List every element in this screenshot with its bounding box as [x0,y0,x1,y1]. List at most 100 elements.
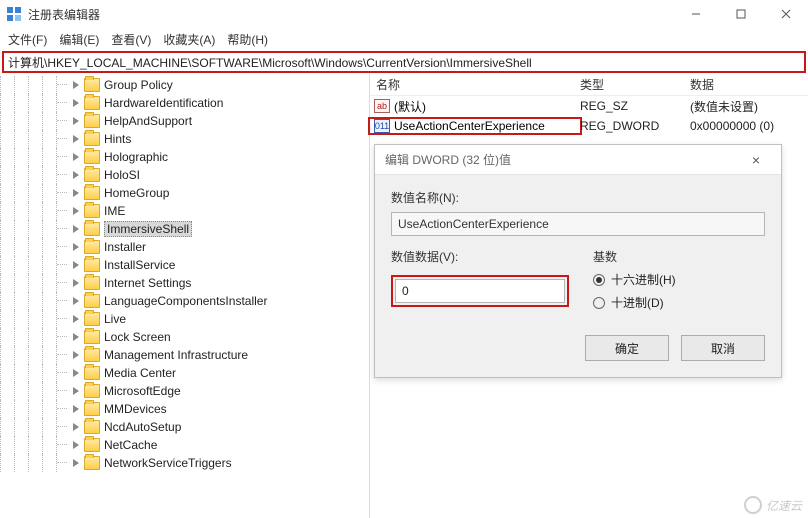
folder-icon [84,312,100,326]
address-input[interactable]: 计算机\HKEY_LOCAL_MACHINE\SOFTWARE\Microsof… [2,51,806,73]
tree-node[interactable]: Holographic [0,148,369,166]
tree-node[interactable]: Management Infrastructure [0,346,369,364]
header-type[interactable]: 类型 [580,76,690,93]
tree-node[interactable]: InstallService [0,256,369,274]
cancel-button[interactable]: 取消 [681,335,765,361]
tree-node[interactable]: Live [0,310,369,328]
dialog-titlebar: 编辑 DWORD (32 位)值 × [375,145,781,175]
chevron-right-icon[interactable] [70,169,82,181]
value-data-input[interactable] [395,279,565,303]
chevron-right-icon[interactable] [70,115,82,127]
radix-hex[interactable]: 十六进制(H) [593,271,676,288]
value-row[interactable]: ab(默认)REG_SZ(数值未设置) [370,96,808,116]
menu-file[interactable]: 文件(F) [8,31,47,48]
chevron-right-icon[interactable] [70,277,82,289]
tree-node-label: Lock Screen [104,330,171,344]
value-name: (默认) [394,98,426,115]
folder-icon [84,78,100,92]
header-data[interactable]: 数据 [690,76,808,93]
tree-node[interactable]: HelpAndSupport [0,112,369,130]
tree-panel[interactable]: Group Policy HardwareIdentification HelpAn… [0,74,370,518]
folder-icon [84,168,100,182]
window-controls [673,0,808,28]
chevron-right-icon[interactable] [70,259,82,271]
chevron-right-icon[interactable] [70,439,82,451]
chevron-right-icon[interactable] [70,151,82,163]
menu-view[interactable]: 查看(V) [111,31,151,48]
list-header: 名称 类型 数据 [370,74,808,96]
header-name[interactable]: 名称 [370,76,580,93]
tree-node[interactable]: IME [0,202,369,220]
tree-node-label: IME [104,204,125,218]
dialog-close-button[interactable]: × [741,152,771,168]
maximize-button[interactable] [718,0,763,28]
tree-node[interactable]: MMDevices [0,400,369,418]
chevron-right-icon[interactable] [70,367,82,379]
value-data: (数值未设置) [690,98,808,115]
chevron-right-icon[interactable] [70,403,82,415]
chevron-right-icon[interactable] [70,421,82,433]
chevron-right-icon[interactable] [70,295,82,307]
folder-icon [84,420,100,434]
folder-icon [84,276,100,290]
folder-icon [84,186,100,200]
value-type-icon: ab [374,99,390,113]
chevron-right-icon[interactable] [70,385,82,397]
chevron-right-icon[interactable] [70,97,82,109]
radix-dec[interactable]: 十进制(D) [593,294,676,311]
edit-dword-dialog: 编辑 DWORD (32 位)值 × 数值名称(N): UseActionCen… [374,144,782,378]
tree-node[interactable]: Installer [0,238,369,256]
content-area: Group Policy HardwareIdentification HelpAn… [0,74,808,518]
chevron-right-icon[interactable] [70,223,82,235]
tree-node[interactable]: Internet Settings [0,274,369,292]
tree-node[interactable]: NcdAutoSetup [0,418,369,436]
tree-node[interactable]: MicrosoftEdge [0,382,369,400]
value-type-icon: 011 [374,119,390,133]
menu-edit[interactable]: 编辑(E) [59,31,99,48]
dialog-title: 编辑 DWORD (32 位)值 [385,151,741,168]
tree-node-label: HoloSI [104,168,140,182]
chevron-right-icon[interactable] [70,349,82,361]
tree-node[interactable]: NetCache [0,436,369,454]
tree-node-label: Live [104,312,126,326]
radix-label: 基数 [593,248,676,265]
tree-node[interactable]: HardwareIdentification [0,94,369,112]
menu-help[interactable]: 帮助(H) [227,31,268,48]
tree-node[interactable]: Group Policy [0,76,369,94]
tree-node[interactable]: LanguageComponentsInstaller [0,292,369,310]
folder-icon [84,240,100,254]
ok-button[interactable]: 确定 [585,335,669,361]
chevron-right-icon[interactable] [70,241,82,253]
tree-node[interactable]: Hints [0,130,369,148]
tree-node[interactable]: HoloSI [0,166,369,184]
chevron-right-icon[interactable] [70,79,82,91]
cloud-icon [744,496,762,514]
chevron-right-icon[interactable] [70,187,82,199]
chevron-right-icon[interactable] [70,205,82,217]
radix-dec-label: 十进制(D) [611,294,664,311]
value-row[interactable]: 011UseActionCenterExperienceREG_DWORD0x0… [370,116,808,136]
tree-node[interactable]: Lock Screen [0,328,369,346]
minimize-button[interactable] [673,0,718,28]
value-type: REG_DWORD [580,119,690,133]
folder-icon [84,456,100,470]
menu-favorites[interactable]: 收藏夹(A) [163,31,215,48]
folder-icon [84,438,100,452]
chevron-right-icon[interactable] [70,133,82,145]
window-title: 注册表编辑器 [28,6,673,23]
tree-node[interactable]: HomeGroup [0,184,369,202]
tree-node[interactable]: Media Center [0,364,369,382]
tree-node-label: InstallService [104,258,175,272]
watermark: 亿速云 [744,496,802,514]
watermark-text: 亿速云 [766,497,802,514]
tree-node-label: LanguageComponentsInstaller [104,294,267,308]
tree-node[interactable]: ImmersiveShell [0,220,369,238]
chevron-right-icon[interactable] [70,313,82,325]
close-button[interactable] [763,0,808,28]
value-data-label: 数值数据(V): [391,248,569,265]
tree-node-label: Internet Settings [104,276,191,290]
tree-node-label: HardwareIdentification [104,96,223,110]
chevron-right-icon[interactable] [70,457,82,469]
chevron-right-icon[interactable] [70,331,82,343]
tree-node[interactable]: NetworkServiceTriggers [0,454,369,472]
